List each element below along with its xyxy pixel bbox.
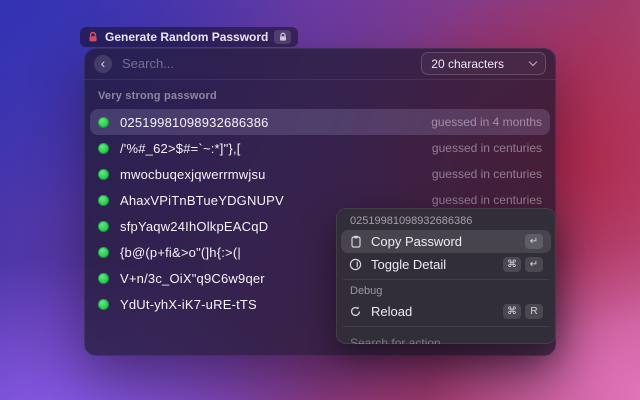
password-text: {b@(p+fi&>o"(]h{:>(| xyxy=(120,244,241,260)
key-return: ↵ xyxy=(525,257,543,272)
strength-dot-icon xyxy=(98,142,109,154)
action-panel: 02519981098932686386 Copy Password ↵ Tog… xyxy=(336,208,556,344)
password-text: sfpYaqw24IhOlkpEACqD xyxy=(120,218,269,234)
back-button[interactable]: ‹ xyxy=(94,54,112,73)
crack-time-label: guessed in centuries xyxy=(431,167,542,181)
password-text: mwocbuqexjqwerrmwjsu xyxy=(120,166,266,182)
action-reload[interactable]: Reload ⌘ R xyxy=(341,300,551,323)
chevron-down-icon xyxy=(528,57,538,67)
action-copy-password[interactable]: Copy Password ↵ xyxy=(341,230,551,253)
strength-dot-icon xyxy=(98,194,109,206)
crack-time-label: guessed in 4 months xyxy=(431,115,542,129)
action-panel-title: 02519981098932686386 xyxy=(350,215,473,227)
dropdown-value: 20 characters xyxy=(431,56,504,71)
reload-icon xyxy=(349,305,362,318)
action-toggle-detail[interactable]: Toggle Detail ⌘ ↵ xyxy=(341,253,551,276)
shortcut-keys: ↵ xyxy=(525,234,543,249)
desktop-background: Generate Random Password ‹ 20 characters… xyxy=(0,0,640,400)
toggle-detail-icon xyxy=(349,258,362,271)
back-chevron-icon: ‹ xyxy=(100,54,106,71)
password-row[interactable]: /'%#_62>$#=`~:*]"},[ guessed in centurie… xyxy=(90,135,550,161)
action-search-input[interactable] xyxy=(341,330,551,344)
key-command: ⌘ xyxy=(503,304,521,319)
panel-divider xyxy=(343,326,549,327)
password-text: YdUt-yhX-iK7-uRE-tTS xyxy=(120,296,257,312)
strength-dot-icon xyxy=(98,220,109,232)
section-title: Very strong password xyxy=(98,90,217,102)
password-row[interactable]: 02519981098932686386 guessed in 4 months xyxy=(90,109,550,135)
password-text: AhaxVPiTnBTueYDGNUPV xyxy=(120,192,284,208)
password-text: /'%#_62>$#=`~:*]"},[ xyxy=(120,140,241,156)
strength-dot-icon xyxy=(98,272,109,284)
lock-icon xyxy=(279,32,286,41)
crack-time-label: guessed in centuries xyxy=(431,193,542,207)
crack-time-label: guessed in centuries xyxy=(431,141,542,155)
shortcut-keys: ⌘ ↵ xyxy=(503,257,543,272)
key-return: ↵ xyxy=(525,234,543,249)
key-command: ⌘ xyxy=(503,257,521,272)
shortcut-keys: ⌘ R xyxy=(503,304,543,319)
character-count-dropdown[interactable]: 20 characters xyxy=(421,52,546,75)
strength-dot-icon xyxy=(98,246,109,258)
window-header: ‹ 20 characters xyxy=(84,48,556,80)
command-chip-title: Generate Random Password xyxy=(105,30,269,44)
password-text: V+n/3c_OiX"q9C6w9qer xyxy=(120,270,265,286)
debug-section-title: Debug xyxy=(350,285,383,297)
clipboard-icon xyxy=(349,235,362,248)
password-row[interactable]: mwocbuqexjqwerrmwjsu guessed in centurie… xyxy=(90,161,550,187)
key-r: R xyxy=(525,304,543,319)
search-input[interactable] xyxy=(122,56,422,71)
strength-dot-icon xyxy=(98,116,109,128)
action-label: Toggle Detail xyxy=(371,257,447,272)
command-chip-lock-badge xyxy=(274,30,292,44)
strength-dot-icon xyxy=(98,298,109,310)
password-text: 02519981098932686386 xyxy=(120,114,269,130)
extension-lock-icon xyxy=(87,31,99,43)
action-label: Copy Password xyxy=(371,234,463,249)
strength-dot-icon xyxy=(98,168,109,180)
command-chip[interactable]: Generate Random Password xyxy=(80,27,299,47)
panel-divider xyxy=(343,279,549,280)
action-label: Reload xyxy=(371,304,413,319)
